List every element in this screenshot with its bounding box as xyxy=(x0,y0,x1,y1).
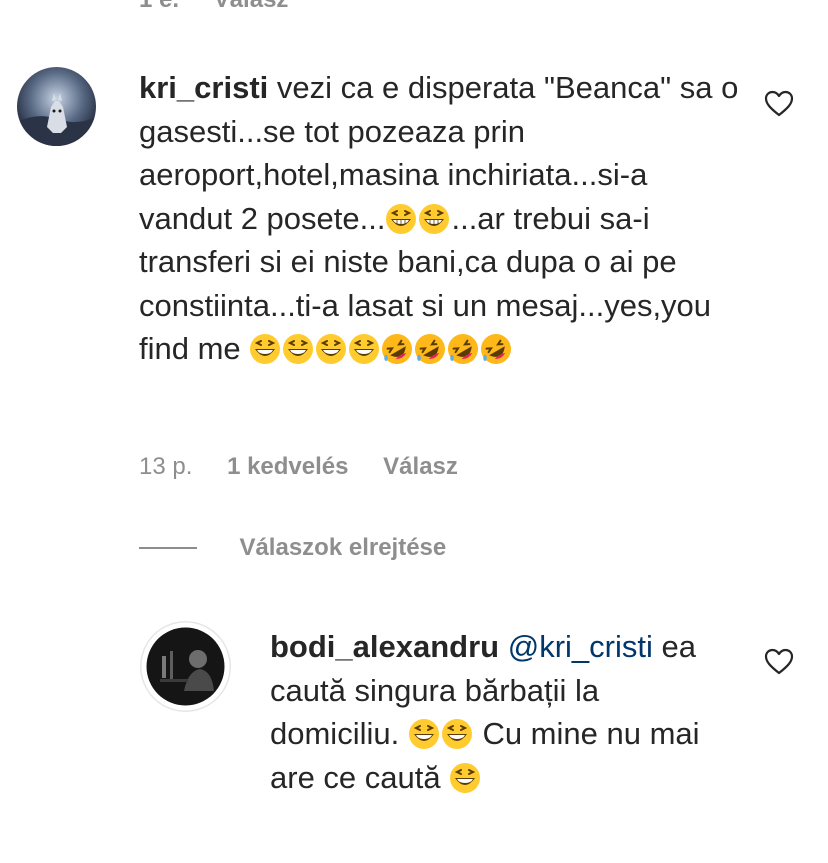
grin-emoji-icon xyxy=(441,718,473,750)
grin-emoji-icon xyxy=(249,333,281,365)
comment-username[interactable]: kri_cristi xyxy=(139,70,268,105)
grin-emoji-icon xyxy=(348,333,380,365)
hide-replies-button[interactable]: Válaszok elrejtése xyxy=(139,534,446,564)
reply-like-heart-icon[interactable] xyxy=(763,646,795,676)
comment-body: kri_cristi vezi ca e disperata "Beanca" … xyxy=(139,66,739,371)
previous-reply-button[interactable]: Válasz xyxy=(214,0,289,13)
previous-comment-meta: 1 e. Válasz xyxy=(139,0,288,14)
hide-replies-label: Válaszok elrejtése xyxy=(239,534,447,561)
reply-body: bodi_alexandru @kri_cristi ea caută sing… xyxy=(270,625,720,799)
grin-emoji-icon xyxy=(408,718,440,750)
reply-username[interactable]: bodi_alexandru xyxy=(270,629,499,664)
grin-emoji-icon xyxy=(315,333,347,365)
reply-avatar[interactable] xyxy=(140,621,231,712)
previous-comment-time: 1 e. xyxy=(139,0,179,13)
comment-reply-button[interactable]: Válasz xyxy=(383,453,458,481)
comment-likes-count[interactable]: 1 kedvelés xyxy=(227,453,348,481)
grin-emoji-icon xyxy=(418,203,450,235)
grin-emoji-icon xyxy=(449,762,481,794)
comment-meta: 13 p. 1 kedvelés Válasz xyxy=(139,452,458,481)
reply-mention-link[interactable]: @kri_cristi xyxy=(508,629,653,664)
rofl-emoji-icon xyxy=(414,333,446,365)
rofl-emoji-icon xyxy=(447,333,479,365)
grin-emoji-icon xyxy=(385,203,417,235)
rofl-emoji-icon xyxy=(381,333,413,365)
comment-like-heart-icon[interactable] xyxy=(763,88,795,118)
rofl-emoji-icon xyxy=(480,333,512,365)
hide-replies-divider xyxy=(139,547,197,549)
comment-timestamp: 13 p. xyxy=(139,452,193,480)
commenter-avatar[interactable] xyxy=(17,67,96,146)
grin-emoji-icon xyxy=(282,333,314,365)
